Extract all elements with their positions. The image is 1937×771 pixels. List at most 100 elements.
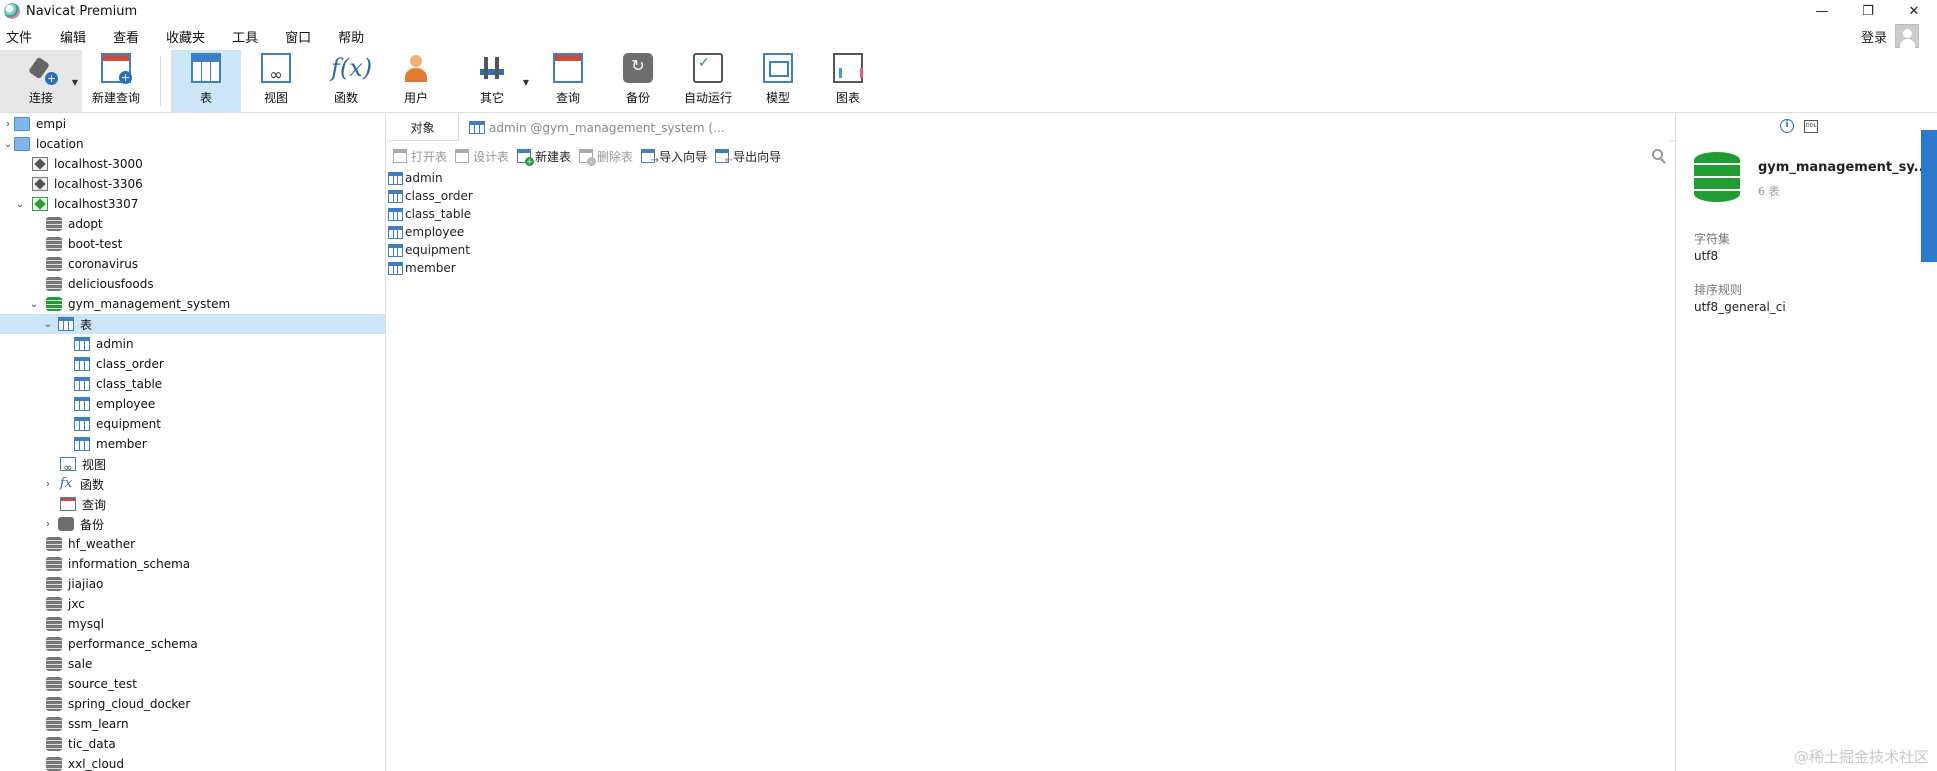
- database-icon: [46, 237, 62, 251]
- tree-item-location[interactable]: ⌄ location: [0, 134, 385, 154]
- tree-item-db[interactable]: boot-test: [0, 234, 385, 254]
- tree-item-table[interactable]: class_table: [0, 374, 385, 394]
- list-item[interactable]: admin: [387, 169, 687, 187]
- other-button[interactable]: 其它 ▼: [451, 50, 533, 112]
- connect-button[interactable]: 连接 ▼: [0, 50, 82, 112]
- chevron-down-icon[interactable]: ▼: [523, 78, 529, 87]
- menu-file[interactable]: 文件: [0, 27, 41, 46]
- tree-item-tables[interactable]: ⌄ 表: [0, 314, 385, 334]
- scrollbar[interactable]: [1921, 130, 1937, 262]
- tree-item-db[interactable]: sale: [0, 654, 385, 674]
- tree-item-db[interactable]: performance_schema: [0, 634, 385, 654]
- close-button[interactable]: ✕: [1891, 0, 1937, 22]
- chevron-down-icon[interactable]: ⌄: [14, 199, 26, 210]
- tree-item-functions[interactable]: › fx 函数: [0, 474, 385, 494]
- tab-admin-table[interactable]: admin @gym_management_system (...: [459, 114, 1669, 141]
- chevron-right-icon[interactable]: ›: [42, 479, 54, 490]
- tree-item-gym-management-system[interactable]: ⌄ gym_management_system: [0, 294, 385, 314]
- tree-label: 查询: [82, 497, 107, 512]
- tree-item-db[interactable]: jxc: [0, 594, 385, 614]
- database-icon: [46, 257, 62, 271]
- avatar[interactable]: [1895, 24, 1919, 48]
- tree-item-queries[interactable]: 查询: [0, 494, 385, 514]
- navicat-logo-icon: [4, 3, 20, 19]
- tab-objects[interactable]: 对象: [387, 114, 459, 141]
- tree-item-db[interactable]: xxl_cloud: [0, 754, 385, 771]
- automation-button[interactable]: 自动运行: [673, 50, 743, 112]
- tree-item-table[interactable]: member: [0, 434, 385, 454]
- ddl-icon[interactable]: DDL: [1804, 119, 1818, 133]
- chevron-down-icon[interactable]: ▼: [72, 78, 78, 87]
- tree-item-backups[interactable]: › 备份: [0, 514, 385, 534]
- chart-button[interactable]: 图表: [813, 50, 883, 112]
- menu-help[interactable]: 帮助: [331, 27, 373, 46]
- chevron-down-icon[interactable]: ⌄: [28, 299, 40, 310]
- list-item[interactable]: class_table: [387, 205, 687, 223]
- model-button[interactable]: 模型: [743, 50, 813, 112]
- tree-item-db[interactable]: ssm_learn: [0, 714, 385, 734]
- list-item[interactable]: member: [387, 259, 687, 277]
- menu-edit[interactable]: 编辑: [53, 27, 95, 46]
- chevron-down-icon[interactable]: ⌄: [42, 319, 54, 330]
- minimize-button[interactable]: —: [1799, 0, 1845, 22]
- chevron-down-icon[interactable]: ⌄: [2, 139, 14, 150]
- delete-table-button[interactable]: 删除表: [579, 148, 633, 166]
- login-button[interactable]: 登录: [1861, 27, 1887, 46]
- tree-item-table[interactable]: employee: [0, 394, 385, 414]
- tree-item-localhost3307[interactable]: ⌄ localhost3307: [0, 194, 385, 214]
- tree-item-table[interactable]: class_order: [0, 354, 385, 374]
- view-button[interactable]: 视图: [241, 50, 311, 112]
- tree-item-db[interactable]: hf_weather: [0, 534, 385, 554]
- plug-icon: [26, 53, 58, 85]
- tools-icon: [477, 53, 507, 83]
- list-item[interactable]: class_order: [387, 187, 687, 205]
- tree-item-db[interactable]: coronavirus: [0, 254, 385, 274]
- title-bar: Navicat Premium — ❐ ✕: [0, 0, 1937, 22]
- object-panel: 对象 admin @gym_management_system (... 打开表…: [387, 114, 1675, 771]
- chevron-right-icon[interactable]: ›: [42, 519, 54, 530]
- tree-item-db[interactable]: information_schema: [0, 554, 385, 574]
- tree-item-db[interactable]: jiajiao: [0, 574, 385, 594]
- table-button[interactable]: 表: [171, 50, 241, 112]
- chevron-right-icon[interactable]: ›: [2, 119, 14, 130]
- design-table-button[interactable]: 设计表: [455, 148, 509, 165]
- menu-tools[interactable]: 工具: [225, 27, 267, 46]
- new-query-button[interactable]: 新建查询: [82, 50, 150, 112]
- menu-window[interactable]: 窗口: [278, 27, 320, 46]
- tree-item-views[interactable]: 视图: [0, 454, 385, 474]
- user-button[interactable]: 用户: [381, 50, 451, 112]
- tree-item-localhost-3306[interactable]: localhost-3306: [0, 174, 385, 194]
- list-item[interactable]: employee: [387, 223, 687, 241]
- query-button[interactable]: 查询: [533, 50, 603, 112]
- restore-button[interactable]: ❐: [1845, 0, 1891, 22]
- tree-item-localhost-3000[interactable]: localhost-3000: [0, 154, 385, 174]
- table-icon: [74, 417, 90, 431]
- import-wizard-button[interactable]: 导入向导: [641, 148, 707, 166]
- tree-item-db[interactable]: spring_cloud_docker: [0, 694, 385, 714]
- tree-item-db[interactable]: tic_data: [0, 734, 385, 754]
- database-icon: [46, 697, 62, 711]
- database-icon: [46, 677, 62, 691]
- tree-item-db[interactable]: source_test: [0, 674, 385, 694]
- tree-item-table[interactable]: admin: [0, 334, 385, 354]
- tree-label: employee: [96, 397, 156, 411]
- function-button[interactable]: f(x) 函数: [311, 50, 381, 112]
- info-icon[interactable]: i: [1780, 119, 1794, 133]
- database-open-icon: [46, 297, 62, 311]
- tree-item-db[interactable]: adopt: [0, 214, 385, 234]
- new-table-button[interactable]: 新建表: [517, 148, 571, 166]
- info-panel: i DDL gym_management_sy... 6 表 字符集 utf8 …: [1675, 114, 1928, 771]
- tree-item-table[interactable]: equipment: [0, 414, 385, 434]
- tree-item-db[interactable]: deliciousfoods: [0, 274, 385, 294]
- search-icon[interactable]: [1652, 149, 1663, 160]
- menu-view[interactable]: 查看: [106, 27, 148, 46]
- backup-button[interactable]: 备份: [603, 50, 673, 112]
- list-item[interactable]: equipment: [387, 241, 687, 259]
- design-table-icon: [455, 149, 470, 163]
- open-table-button[interactable]: 打开表: [393, 148, 447, 165]
- tree-label: class_order: [96, 357, 164, 371]
- tree-item-db[interactable]: mysql: [0, 614, 385, 634]
- tree-item-empi[interactable]: › empi: [0, 114, 385, 134]
- menu-favorites[interactable]: 收藏夹: [159, 27, 214, 46]
- export-wizard-button[interactable]: 导出向导: [715, 148, 781, 166]
